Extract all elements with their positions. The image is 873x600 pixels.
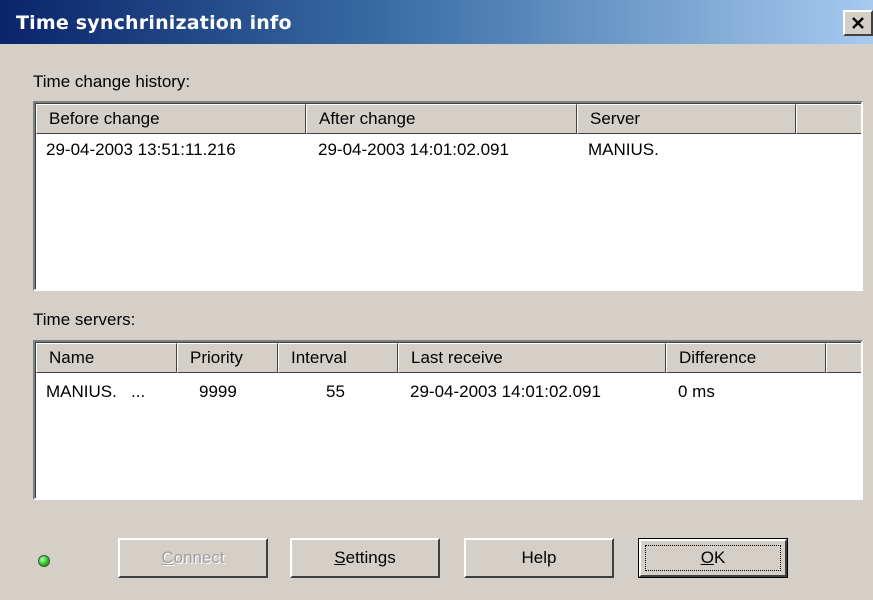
cell-interval: 55 (326, 382, 345, 401)
window-title: Time synchrinization info (16, 12, 292, 34)
ok-button-label: OK (700, 548, 726, 567)
history-label: Time change history: (33, 72, 191, 91)
cell-last-receive: 29-04-2003 14:01:02.091 (410, 382, 601, 401)
title-bar[interactable]: Time synchrinization info (0, 0, 873, 44)
help-button-label: Help (521, 548, 557, 567)
column-header-server[interactable]: Server (577, 104, 796, 134)
table-row[interactable]: 29-04-2003 13:51:11.216 29-04-2003 14:01… (36, 136, 861, 164)
help-button[interactable]: Help (464, 538, 614, 578)
servers-label: Time servers: (33, 310, 136, 329)
cell-after-change: 29-04-2003 14:01:02.091 (318, 140, 509, 159)
column-header-priority[interactable]: Priority (177, 343, 278, 373)
cell-priority: 9999 (199, 382, 237, 401)
column-header-last-receive[interactable]: Last receive (398, 343, 666, 373)
column-header-difference[interactable]: Difference (666, 343, 826, 373)
column-header-name[interactable]: Name (36, 343, 177, 373)
cell-difference: 0 ms (678, 382, 715, 401)
column-header-empty[interactable] (826, 343, 861, 373)
close-icon (852, 17, 864, 29)
column-header-interval[interactable]: Interval (278, 343, 398, 373)
servers-header: Name Priority Interval Last receive Diff… (36, 343, 861, 373)
column-header-after-change[interactable]: After change (306, 104, 577, 134)
settings-button[interactable]: Settings (290, 538, 440, 578)
column-header-before-change[interactable]: Before change (36, 104, 306, 134)
connect-button-label: Connect (161, 548, 225, 567)
settings-button-label: Settings (334, 548, 396, 567)
cell-server: MANIUS. (588, 140, 659, 159)
status-led-icon (38, 555, 50, 567)
servers-list[interactable]: Name Priority Interval Last receive Diff… (33, 340, 863, 500)
column-header-empty[interactable] (796, 104, 861, 134)
connect-button[interactable]: Connect (118, 538, 268, 578)
history-list[interactable]: Before change After change Server 29-04-… (33, 101, 863, 291)
table-row[interactable]: MANIUS. ... 9999 55 29-04-2003 14:01:02.… (36, 378, 861, 406)
cell-name: MANIUS. ... (46, 382, 146, 401)
history-header: Before change After change Server (36, 104, 861, 134)
ok-button[interactable]: OK (638, 538, 788, 578)
close-button[interactable] (843, 10, 873, 36)
cell-before-change: 29-04-2003 13:51:11.216 (46, 140, 236, 159)
